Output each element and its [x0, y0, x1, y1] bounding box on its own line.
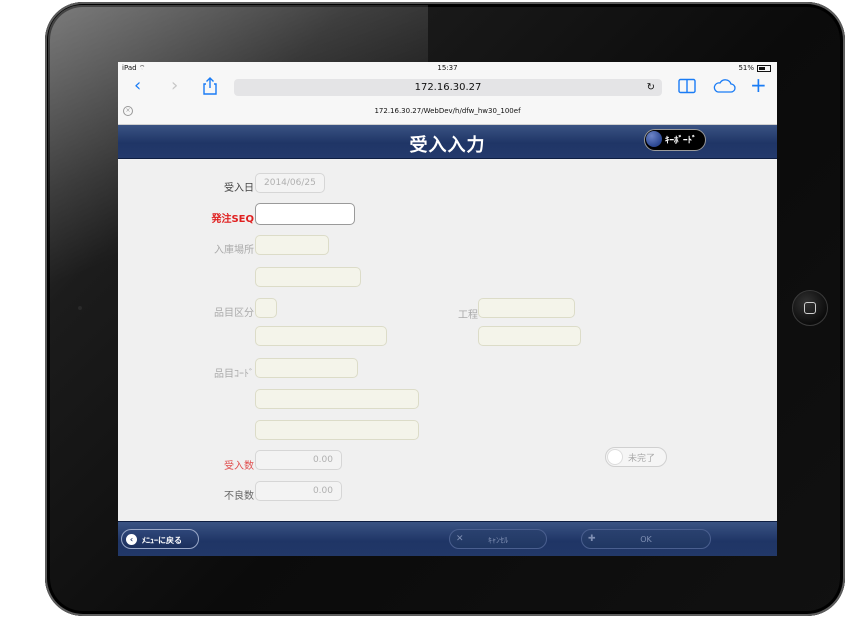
- receipt-date-label: 受入日: [224, 183, 254, 194]
- keyboard-toggle-label: ｷｰﾎﾞｰﾄﾞ: [665, 136, 697, 146]
- safari-toolbar: ‹ › 172.16.30.27 ↻ +: [118, 74, 777, 99]
- url-bar[interactable]: 172.16.30.27 ↻: [234, 79, 662, 96]
- tab-title[interactable]: 172.16.30.27/WebDev/h/dfw_hw30_100ef: [118, 107, 777, 115]
- app-footer: ‹ ﾒﾆｭｰに戻る ✕ ｷｬﾝｾﾙ ✚ OK: [118, 521, 777, 556]
- reload-icon[interactable]: ↻: [647, 79, 655, 96]
- order-seq-label: 発注SEQ: [211, 214, 254, 225]
- receipt-qty-field[interactable]: 0.00: [255, 450, 342, 470]
- home-square-icon: [804, 302, 816, 314]
- back-to-menu-button[interactable]: ‹ ﾒﾆｭｰに戻る: [121, 529, 199, 549]
- item-code-field[interactable]: [255, 358, 358, 378]
- keyboard-toggle[interactable]: ｷｰﾎﾞｰﾄﾞ: [644, 129, 706, 151]
- battery-percent: 51%: [738, 64, 754, 72]
- process-label: 工程: [458, 310, 478, 321]
- incomplete-toggle[interactable]: 未完了: [605, 447, 667, 467]
- cancel-button[interactable]: ✕ ｷｬﾝｾﾙ: [449, 529, 547, 549]
- receipt-qty-label: 受入数: [224, 461, 254, 472]
- app-header: 受入入力 ｷｰﾎﾞｰﾄﾞ: [118, 125, 777, 159]
- item-code-label: 品目ｺｰﾄﾞ: [214, 369, 254, 380]
- process-code-field[interactable]: [478, 298, 575, 318]
- defect-qty-field[interactable]: 0.00: [255, 481, 342, 501]
- forward-icon[interactable]: ›: [171, 77, 178, 95]
- process-name-field[interactable]: [478, 326, 581, 346]
- item-category-name-field[interactable]: [255, 326, 387, 346]
- bookmarks-icon[interactable]: [678, 78, 696, 98]
- item-category-code-field[interactable]: [255, 298, 277, 318]
- toggle-knob: [607, 449, 623, 465]
- new-tab-icon[interactable]: +: [750, 75, 767, 95]
- incomplete-toggle-label: 未完了: [628, 454, 656, 464]
- receipt-date-field[interactable]: 2014/06/25: [255, 173, 325, 193]
- item-category-label: 品目区分: [214, 308, 254, 319]
- camera: [78, 306, 82, 310]
- tab-bar: × 172.16.30.27/WebDev/h/dfw_hw30_100ef: [118, 99, 777, 125]
- item-name-field[interactable]: [255, 389, 419, 409]
- chevron-left-icon: ‹: [126, 534, 137, 545]
- toggle-knob: [646, 131, 662, 147]
- screen: iPad ⌔ 15:37 51% ‹ › 172.16.30.27 ↻ + × …: [118, 62, 777, 556]
- defect-qty-label: 不良数: [224, 491, 254, 502]
- item-spec-field[interactable]: [255, 420, 419, 440]
- receipt-form: 受入日 2014/06/25 発注SEQ 入庫場所 品目区分 工程 品目ｺｰﾄﾞ…: [118, 159, 777, 521]
- url-text: 172.16.30.27: [414, 82, 482, 93]
- order-seq-input[interactable]: [255, 203, 355, 225]
- battery-icon: [757, 64, 771, 72]
- status-bar: iPad ⌔ 15:37 51%: [118, 62, 777, 74]
- icloud-tabs-icon[interactable]: [712, 79, 736, 97]
- share-icon[interactable]: [202, 77, 218, 99]
- ok-button[interactable]: ✚ OK: [581, 529, 711, 549]
- location-code-field[interactable]: [255, 235, 329, 255]
- back-icon[interactable]: ‹: [134, 77, 141, 95]
- status-time: 15:37: [437, 64, 458, 72]
- location-label: 入庫場所: [214, 245, 254, 256]
- home-button[interactable]: [792, 290, 828, 326]
- location-name-field[interactable]: [255, 267, 361, 287]
